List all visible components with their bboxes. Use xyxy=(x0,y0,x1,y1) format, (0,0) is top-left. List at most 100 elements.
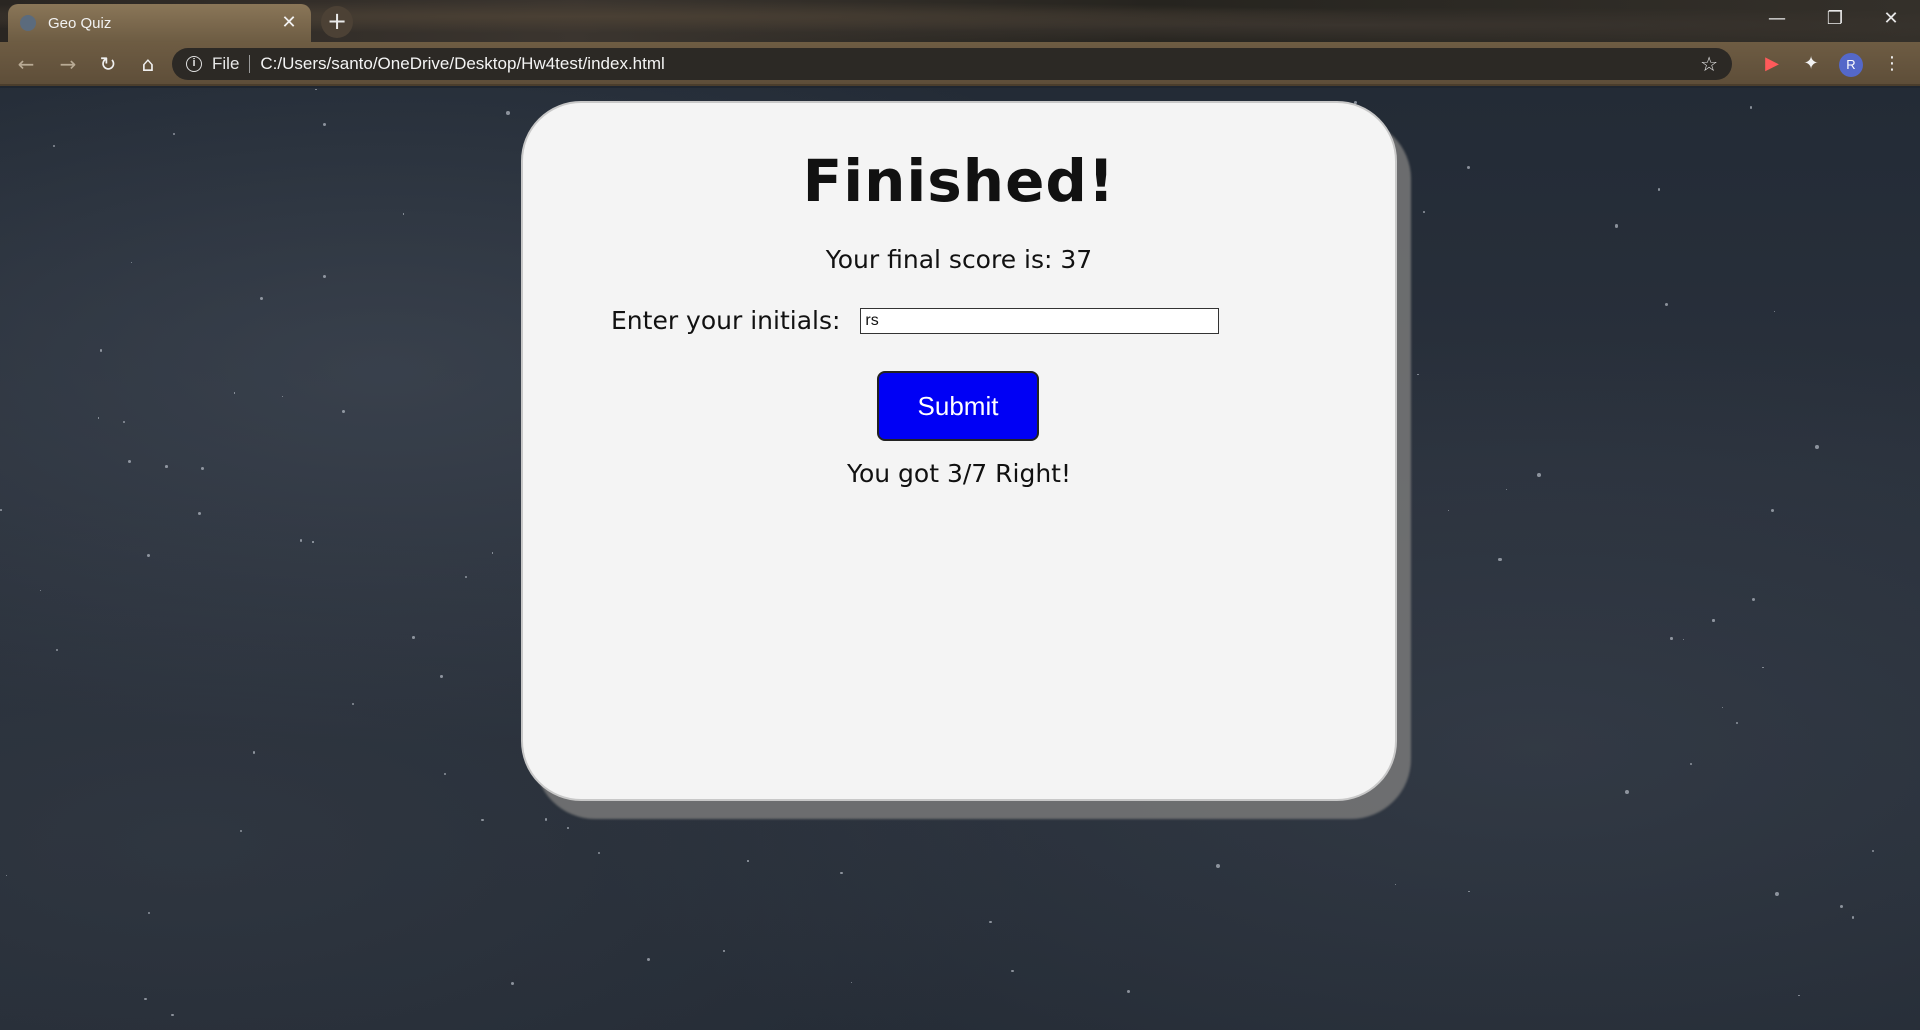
profile-avatar[interactable]: R xyxy=(1839,53,1863,77)
star-speck xyxy=(1537,473,1541,478)
extension-record-icon[interactable]: ▶ xyxy=(1759,51,1785,77)
star-speck xyxy=(341,409,346,414)
restore-icon[interactable]: ❐ xyxy=(1806,0,1864,38)
star-speck xyxy=(1839,905,1843,909)
star-speck xyxy=(130,262,133,264)
new-tab-button[interactable]: + xyxy=(321,6,353,38)
browser-toolbar: ← → ↻ ⌂ i File C:/Users/santo/OneDrive/D… xyxy=(0,42,1920,86)
star-speck xyxy=(989,920,992,924)
menu-kebab-icon[interactable]: ⋮ xyxy=(1879,51,1905,77)
star-speck xyxy=(1712,619,1715,622)
star-speck xyxy=(40,590,42,592)
star-speck xyxy=(252,750,256,754)
star-speck xyxy=(127,459,131,464)
url-scheme: File xyxy=(212,54,240,73)
star-speck xyxy=(1395,883,1397,886)
star-speck xyxy=(1624,790,1629,795)
star-speck xyxy=(850,981,853,983)
star-speck xyxy=(312,541,314,543)
star-speck xyxy=(440,675,443,678)
star-speck xyxy=(1735,721,1739,725)
star-speck xyxy=(1749,106,1753,109)
puzzle-extensions-icon[interactable]: ✦ xyxy=(1798,51,1824,77)
star-speck xyxy=(747,860,749,862)
star-speck xyxy=(260,297,264,301)
star-speck xyxy=(1773,311,1775,313)
star-speck xyxy=(1774,892,1779,897)
star-speck xyxy=(412,636,416,640)
star-speck xyxy=(1422,211,1425,213)
url-separator xyxy=(249,55,251,73)
star-speck xyxy=(144,997,147,1000)
star-speck xyxy=(299,539,303,542)
star-speck xyxy=(1011,969,1014,973)
star-speck xyxy=(323,122,327,127)
star-speck xyxy=(1468,890,1470,893)
star-speck xyxy=(1416,373,1419,376)
star-speck xyxy=(506,110,511,115)
star-speck xyxy=(352,702,355,705)
star-speck xyxy=(1683,639,1685,641)
close-tab-icon[interactable]: ✕ xyxy=(279,13,299,33)
star-speck xyxy=(52,144,55,147)
star-speck xyxy=(544,818,547,821)
page-title: Finished! xyxy=(802,147,1116,215)
browser-tab[interactable]: Geo Quiz ✕ xyxy=(8,4,311,42)
star-speck xyxy=(5,874,8,877)
star-speck xyxy=(1614,224,1619,228)
star-speck xyxy=(1126,990,1130,994)
back-icon[interactable]: ← xyxy=(12,50,40,78)
star-speck xyxy=(840,871,843,875)
star-speck xyxy=(322,275,326,279)
initials-input[interactable] xyxy=(860,307,1220,334)
page-viewport: Finished! Your final score is: 37 Enter … xyxy=(0,88,1920,1030)
star-speck xyxy=(281,395,284,398)
reload-icon[interactable]: ↻ xyxy=(94,50,122,78)
star-speck xyxy=(1448,510,1450,512)
star-speck xyxy=(1216,863,1221,868)
star-speck xyxy=(566,827,569,829)
star-speck xyxy=(1871,849,1874,852)
initials-label: Enter your initials: xyxy=(611,306,841,335)
star-speck xyxy=(1851,916,1855,919)
star-speck xyxy=(1689,762,1693,766)
star-speck xyxy=(481,818,484,821)
star-speck xyxy=(598,851,601,855)
star-speck xyxy=(146,554,150,558)
star-speck xyxy=(1665,302,1669,306)
quiz-card: Finished! Your final score is: 37 Enter … xyxy=(521,101,1397,801)
star-speck xyxy=(1657,188,1661,191)
tab-title: Geo Quiz xyxy=(48,14,112,32)
star-speck xyxy=(1770,508,1774,512)
bookmark-star-icon[interactable]: ☆ xyxy=(1700,52,1718,76)
star-speck xyxy=(56,649,59,652)
url-text[interactable]: C:/Users/santo/OneDrive/Desktop/Hw4test/… xyxy=(260,54,664,74)
star-speck xyxy=(171,1014,174,1017)
star-speck xyxy=(1505,488,1507,490)
star-speck xyxy=(165,465,169,469)
star-speck xyxy=(97,416,100,419)
address-bar[interactable]: i File C:/Users/santo/OneDrive/Desktop/H… xyxy=(172,48,1732,80)
star-speck xyxy=(239,829,242,833)
minimize-icon[interactable]: — xyxy=(1748,0,1806,38)
star-speck xyxy=(1762,666,1764,669)
star-speck xyxy=(1798,994,1800,996)
star-speck xyxy=(147,911,150,914)
star-speck xyxy=(464,575,467,578)
star-speck xyxy=(723,950,725,952)
close-window-icon[interactable]: ✕ xyxy=(1862,0,1920,38)
star-speck xyxy=(510,982,514,986)
forward-icon[interactable]: → xyxy=(54,50,82,78)
globe-icon xyxy=(20,15,36,31)
star-speck xyxy=(1466,166,1470,170)
home-icon[interactable]: ⌂ xyxy=(134,50,162,78)
info-icon[interactable]: i xyxy=(186,56,202,72)
star-speck xyxy=(1721,706,1723,709)
star-speck xyxy=(403,213,405,215)
star-speck xyxy=(233,392,236,395)
star-speck xyxy=(491,552,493,554)
star-speck xyxy=(122,420,126,423)
submit-button[interactable]: Submit xyxy=(877,371,1039,441)
result-text: You got 3/7 Right! xyxy=(847,459,1071,488)
star-speck xyxy=(1815,445,1820,450)
